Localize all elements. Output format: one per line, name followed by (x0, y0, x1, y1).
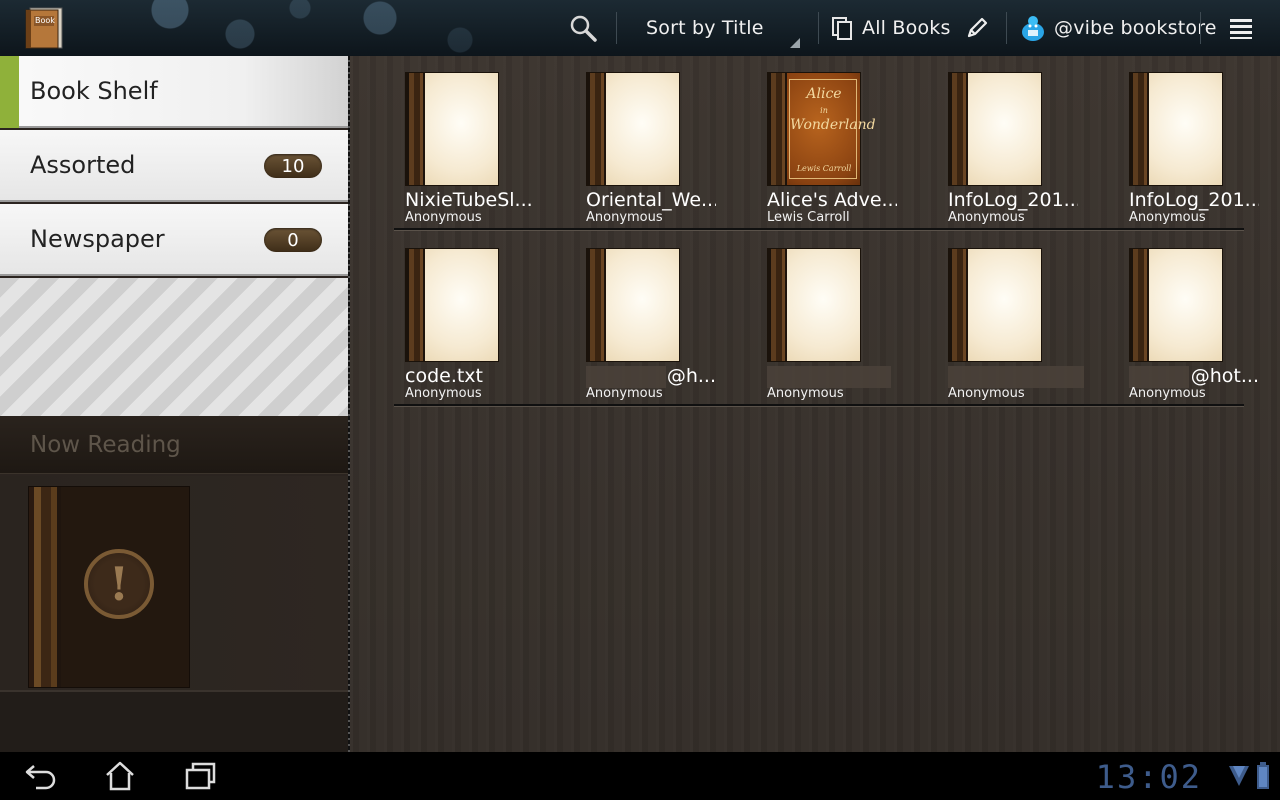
book-author: Anonymous (948, 386, 1025, 401)
redacted-text (767, 366, 891, 388)
divider (1006, 12, 1007, 44)
selection-indicator (0, 56, 19, 128)
now-reading-label: Now Reading (30, 431, 181, 458)
book-cover: Alice in Wonderland Lewis Carroll (767, 72, 876, 186)
home-button[interactable] (102, 760, 142, 792)
dropdown-corner-icon (790, 38, 800, 48)
book-cover (405, 248, 499, 362)
bookstore-mascot-icon (1020, 14, 1046, 42)
search-icon (568, 13, 598, 43)
book-author: Anonymous (948, 210, 1025, 225)
overflow-menu-button[interactable] (1228, 0, 1254, 56)
sort-spinner[interactable]: Sort by Title (646, 0, 806, 56)
empty-shelf-area (0, 278, 348, 416)
book-author: Anonymous (586, 210, 663, 225)
pencil-icon (964, 15, 990, 41)
bookstore-button[interactable]: @vibe bookstore (1020, 0, 1217, 56)
divider (1200, 12, 1201, 44)
book-item[interactable]: code.txt Anonymous (405, 248, 575, 408)
book-cover (948, 72, 1042, 186)
book-cover (767, 248, 861, 362)
wifi-icon (1228, 764, 1250, 792)
book-author: Anonymous (586, 386, 663, 401)
book-title: @hot... (1190, 365, 1259, 387)
book-grid: NixieTubeSl... Anonymous Oriental_We... … (350, 56, 1280, 752)
now-reading-footer (0, 690, 348, 754)
home-icon (102, 761, 142, 796)
book-title: NixieTubeSl... (405, 189, 533, 211)
count-badge: 10 (264, 154, 322, 178)
now-reading-book[interactable]: ! (28, 486, 190, 688)
book-item[interactable]: Anonymous (767, 248, 937, 408)
sidebar-item-assorted[interactable]: Assorted 10 (0, 130, 348, 202)
back-arrow-icon (22, 765, 62, 796)
now-reading-panel: ! (0, 476, 348, 690)
bookstore-label: @vibe bookstore (1054, 17, 1217, 39)
all-books-button[interactable]: All Books (830, 0, 951, 56)
book-cover (1129, 248, 1223, 362)
book-author: Anonymous (405, 386, 482, 401)
sidebar-item-book-shelf[interactable]: Book Shelf (0, 56, 348, 128)
recent-apps-icon (184, 762, 224, 796)
book-title: @h... (666, 365, 716, 387)
cover-author: Lewis Carroll (796, 164, 852, 173)
sidebar-item-label: Newspaper (30, 225, 165, 253)
book-cover (1129, 72, 1223, 186)
edit-button[interactable] (964, 0, 990, 56)
book-author: Anonymous (1129, 386, 1206, 401)
sidebar-item-newspaper[interactable]: Newspaper 0 (0, 204, 348, 276)
all-books-label: All Books (862, 17, 951, 39)
book-author: Anonymous (405, 210, 482, 225)
book-item[interactable]: Anonymous (948, 248, 1118, 408)
book-title: InfoLog_201... (948, 189, 1078, 211)
book-author: Anonymous (767, 386, 844, 401)
book-cover (586, 248, 680, 362)
book-item[interactable]: @h... Anonymous (586, 248, 756, 408)
book-cover (948, 248, 1042, 362)
book-title: Alice's Adve... (767, 189, 897, 211)
divider (818, 12, 819, 44)
book-item[interactable]: NixieTubeSl... Anonymous (405, 72, 575, 232)
book-item[interactable]: Alice in Wonderland Lewis Carroll Alice's … (767, 72, 937, 232)
cover-title: Alice in Wonderland (790, 86, 876, 133)
clock: 13:02 (1095, 758, 1202, 796)
shelf-sidebar: Book Shelf Assorted 10 Newspaper 0 Now R… (0, 56, 350, 754)
book-cover (405, 72, 499, 186)
book-title: code.txt (405, 365, 484, 387)
back-button[interactable] (22, 760, 62, 792)
search-button[interactable] (568, 0, 598, 56)
book-author: Anonymous (1129, 210, 1206, 225)
app-logo-icon[interactable]: Book (22, 6, 66, 50)
warning-icon: ! (84, 549, 154, 619)
sidebar-item-label: Assorted (30, 151, 136, 179)
sort-label: Sort by Title (646, 17, 764, 39)
now-reading-header: Now Reading (0, 416, 348, 474)
book-title: Oriental_We... (586, 189, 716, 211)
book-item[interactable]: Oriental_We... Anonymous (586, 72, 756, 232)
redacted-text (948, 366, 1084, 388)
count-badge: 0 (264, 228, 322, 252)
svg-text:Book: Book (35, 16, 55, 25)
book-item[interactable]: @hot... Anonymous (1129, 248, 1280, 408)
divider (616, 12, 617, 44)
book-item[interactable]: InfoLog_201... Anonymous (1129, 72, 1280, 232)
action-bar: Book Sort by Title All Books @vibe books… (0, 0, 1280, 56)
book-cover (586, 72, 680, 186)
library-icon (830, 16, 854, 40)
recent-apps-button[interactable] (184, 760, 224, 792)
sidebar-item-label: Book Shelf (30, 77, 158, 105)
book-title: InfoLog_201... (1129, 189, 1259, 211)
menu-lines-icon (1228, 16, 1254, 40)
battery-icon (1256, 762, 1270, 794)
book-item[interactable]: InfoLog_201... Anonymous (948, 72, 1118, 232)
book-author: Lewis Carroll (767, 210, 850, 225)
system-navigation-bar: 13:02 (0, 752, 1280, 800)
